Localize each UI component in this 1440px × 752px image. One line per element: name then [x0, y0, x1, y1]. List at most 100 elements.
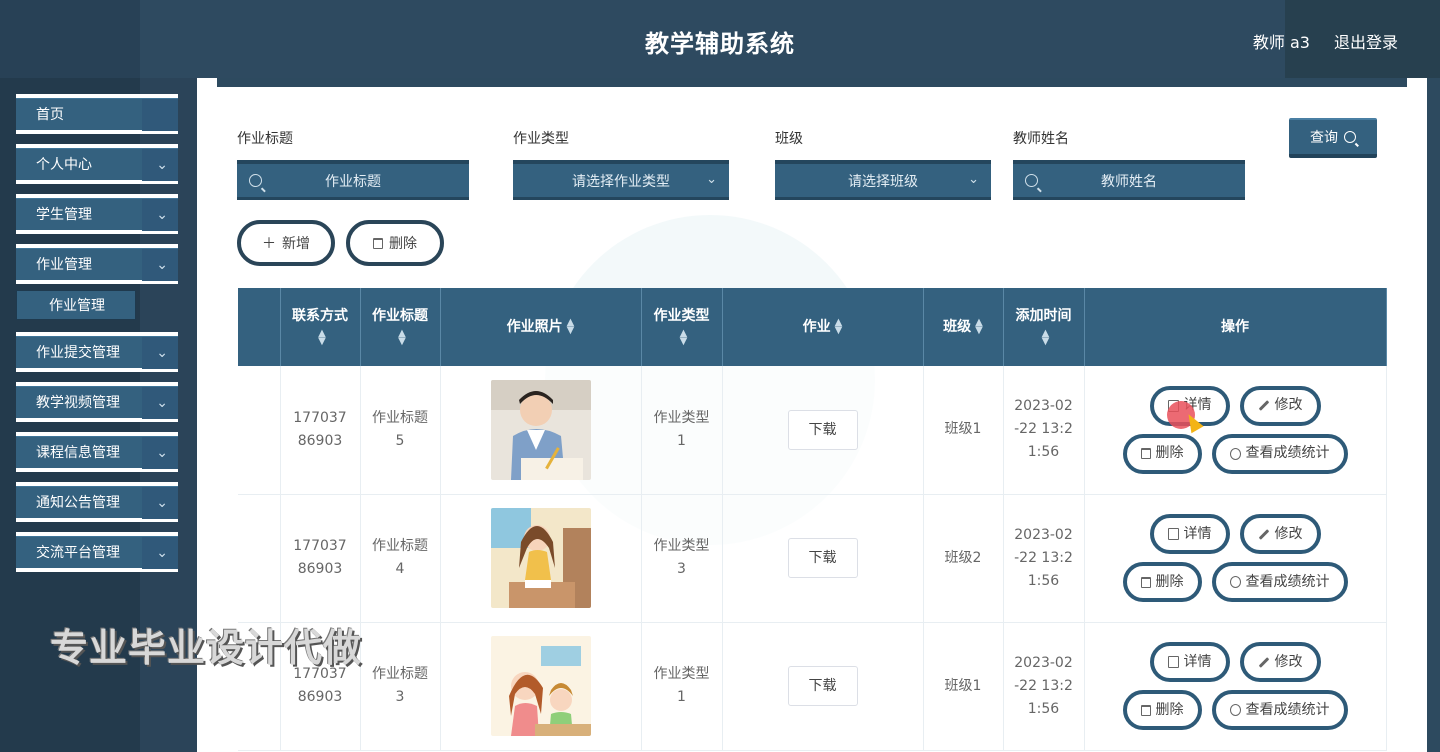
col-header-file[interactable]: 作业 ▲ ▼ — [722, 288, 924, 366]
trash-icon — [1140, 576, 1151, 588]
chevron-down-icon: ⌄ — [706, 172, 717, 187]
type-select[interactable]: 请选择作业类型 ⌄ — [513, 160, 729, 200]
sidebar-item-homework[interactable]: 作业管理 ⌄ — [16, 244, 178, 284]
logout-link[interactable]: 退出登录 — [1334, 29, 1398, 53]
cell-type: 作业类型3 — [653, 538, 710, 577]
download-button[interactable]: 下载 — [787, 538, 858, 578]
download-button[interactable]: 下载 — [787, 666, 858, 706]
chevron-down-icon: ⌄ — [156, 495, 168, 511]
table-row: 17703786903 作业标题3 作业类型1 下载 班级1 2023-02-2… — [238, 622, 1387, 751]
sidebar-item-courses[interactable]: 课程信息管理 ⌄ — [16, 432, 178, 472]
sidebar-item-submissions[interactable]: 作业提交管理 ⌄ — [16, 332, 178, 372]
chevron-down-icon: ⌄ — [156, 207, 168, 223]
sort-icon: ▲ ▼ — [1041, 328, 1050, 347]
sort-icon: ▲ ▼ — [975, 317, 983, 336]
edit-button[interactable]: 修改 — [1239, 385, 1321, 426]
add-button[interactable]: ＋新增 — [237, 220, 335, 266]
detail-button[interactable]: 详情 — [1149, 514, 1230, 554]
edit-button[interactable]: 修改 — [1239, 514, 1321, 554]
sidebar-menu: 首页 个人中心 ⌄ 学生管理 ⌄ 作业管理 ⌄ 作业管理 作业提交管理 ⌄ 教学视频管理… — [16, 94, 178, 582]
sidebar-subitem-homework[interactable]: 作业管理 — [16, 290, 178, 320]
row-select-cell[interactable] — [238, 366, 281, 495]
trash-icon — [1140, 704, 1151, 716]
class-select[interactable]: 请选择班级 ⌄ — [775, 160, 991, 200]
search-class-field: 班级 请选择班级 ⌄ — [775, 128, 991, 200]
sort-icon: ▲ ▼ — [566, 317, 575, 336]
search-icon — [249, 174, 262, 187]
sidebar-item-notices[interactable]: 通知公告管理 ⌄ — [16, 482, 178, 522]
search-teacher-field: 教师姓名 教师姓名 — [1013, 128, 1245, 200]
sort-icon: ▲ ▼ — [834, 317, 843, 336]
cell-title: 作业标题5 — [372, 409, 428, 449]
sidebar-item-students[interactable]: 学生管理 ⌄ — [16, 194, 178, 234]
cell-title: 作业标题3 — [372, 666, 428, 705]
document-icon — [1167, 656, 1179, 668]
table-row: 17703786903 作业标题5 作业类型1 下载 班级1 2023-02-2… — [238, 366, 1387, 495]
bulk-delete-button[interactable]: 删除 — [346, 220, 444, 266]
user-name[interactable]: 教师 a3 — [1253, 29, 1310, 53]
cell-class: 班级1 — [944, 677, 982, 694]
sidebar-item-forum[interactable]: 交流平台管理 ⌄ — [16, 532, 178, 572]
col-header-time[interactable]: 添加时间 ▲ ▼ — [1003, 288, 1085, 366]
cell-time: 2023-02-22 13:21:56 — [1014, 654, 1073, 717]
watermark-text: 专业毕业设计代做 — [50, 626, 363, 670]
chevron-down-icon: ⌄ — [156, 345, 168, 361]
detail-button[interactable]: 详情 — [1149, 642, 1230, 682]
chevron-down-icon: ⌄ — [156, 445, 168, 461]
pie-chart-icon — [1229, 576, 1241, 588]
trash-icon — [373, 237, 383, 249]
sidebar-item-videos[interactable]: 教学视频管理 ⌄ — [16, 382, 178, 422]
sort-icon: ▲ ▼ — [679, 328, 688, 347]
search-type-field: 作业类型 请选择作业类型 ⌄ — [513, 128, 729, 200]
col-header-class[interactable]: 班级 ▲ ▼ — [923, 288, 1004, 366]
cell-class: 班级2 — [944, 549, 982, 566]
homework-photo — [490, 636, 591, 736]
chevron-down-icon: ⌄ — [156, 545, 168, 561]
app-title: 教学辅助系统 — [645, 30, 795, 58]
col-header-photo[interactable]: 作业照片 ▲ ▼ — [440, 288, 642, 366]
top-header: 教学辅助系统 教师 a3 退出登录 — [0, 0, 1440, 78]
chevron-down-icon: ⌄ — [156, 157, 168, 173]
homework-photo — [490, 508, 591, 608]
col-header-title[interactable]: 作业标题 ▲ ▼ — [360, 288, 441, 366]
table-header-row: 联系方式 ▲ ▼ 作业标题 ▲ ▼ 作业照片 ▲ ▼ 作业类型 ▲ ▼ 作业 ▲ ▼ 班级 ▲ ▼ 添加… — [238, 288, 1387, 366]
sidebar-item-home[interactable]: 首页 — [16, 94, 178, 134]
col-header-phone[interactable]: 联系方式 ▲ ▼ — [280, 288, 361, 366]
stats-button[interactable]: 查看成绩统计 — [1211, 562, 1348, 602]
cell-phone: 17703786903 — [293, 409, 347, 449]
document-icon — [1167, 528, 1179, 540]
edit-button[interactable]: 修改 — [1239, 642, 1321, 682]
row-select-cell[interactable] — [238, 494, 281, 623]
pen-icon — [1258, 400, 1269, 412]
plus-icon: ＋ — [262, 236, 276, 252]
search-title-field: 作业标题 作业标题 — [237, 128, 469, 200]
col-header-type[interactable]: 作业类型 ▲ ▼ — [641, 288, 723, 366]
search-teacher-input[interactable]: 教师姓名 — [1013, 160, 1245, 200]
download-button[interactable]: 下载 — [787, 409, 858, 450]
query-button[interactable]: 查询 — [1289, 118, 1377, 158]
search-icon — [1344, 131, 1356, 143]
select-column-header[interactable] — [238, 288, 281, 366]
pie-chart-icon — [1229, 704, 1241, 716]
cell-title: 作业标题4 — [372, 538, 428, 577]
delete-button[interactable]: 删除 — [1122, 562, 1202, 602]
cell-time: 2023-02-22 13:21:56 — [1014, 398, 1073, 461]
homework-photo — [490, 379, 591, 480]
cell-type: 作业类型1 — [653, 409, 710, 449]
cell-time: 2023-02-22 13:21:56 — [1014, 526, 1073, 589]
pen-icon — [1258, 656, 1269, 668]
search-icon — [1025, 174, 1038, 187]
sort-icon: ▲ ▼ — [318, 328, 326, 347]
chevron-down-icon: ⌄ — [156, 257, 168, 273]
sidebar-item-profile[interactable]: 个人中心 ⌄ — [16, 144, 178, 184]
cell-class: 班级1 — [944, 421, 982, 438]
delete-button[interactable]: 删除 — [1122, 433, 1202, 474]
pen-icon — [1258, 528, 1269, 540]
cell-phone: 17703786903 — [293, 538, 347, 577]
stats-button[interactable]: 查看成绩统计 — [1211, 433, 1348, 474]
stats-button[interactable]: 查看成绩统计 — [1211, 690, 1348, 730]
chevron-down-icon: ⌄ — [156, 395, 168, 411]
delete-button[interactable]: 删除 — [1122, 690, 1202, 730]
sort-icon: ▲ ▼ — [398, 328, 406, 347]
search-title-input[interactable]: 作业标题 — [237, 160, 469, 200]
